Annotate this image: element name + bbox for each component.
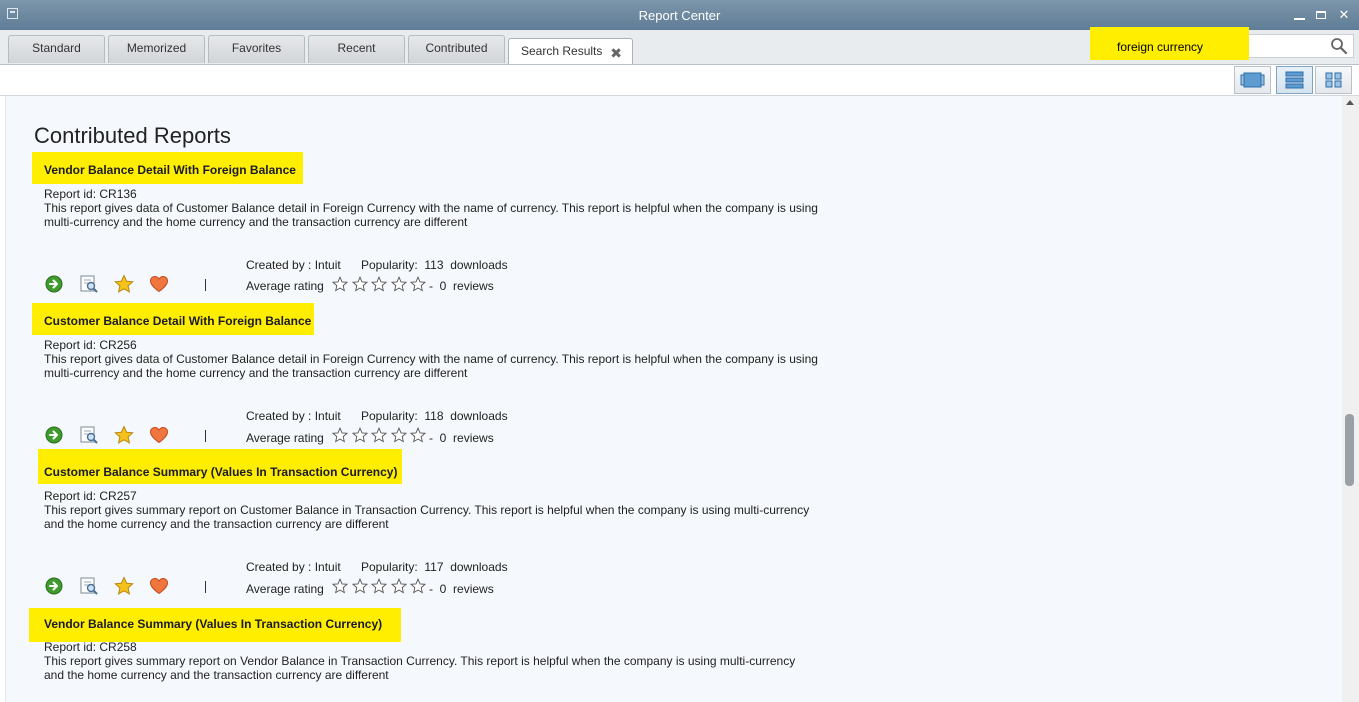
- rating-star-icon[interactable]: [390, 276, 407, 292]
- preview-report-icon[interactable]: [79, 425, 99, 445]
- maximize-button[interactable]: [1312, 5, 1332, 25]
- window-title: Report Center: [638, 8, 721, 23]
- grid-view-button[interactable]: [1315, 66, 1352, 94]
- report-id: Report id: CR136: [44, 187, 137, 201]
- report-name-link[interactable]: Customer Balance Summary (Values In Tran…: [44, 465, 397, 479]
- popularity: Popularity: 117 downloads: [361, 560, 508, 574]
- tab-recent[interactable]: Recent: [308, 35, 405, 63]
- review-count: - 0 reviews: [429, 431, 494, 445]
- run-report-icon[interactable]: [44, 274, 64, 294]
- favorite-star-icon[interactable]: [114, 274, 134, 294]
- tab-standard[interactable]: Standard: [8, 35, 105, 63]
- heart-icon[interactable]: [149, 425, 169, 445]
- report-description: This report gives summary report on Cust…: [44, 503, 810, 531]
- rating-star-icon[interactable]: [351, 578, 368, 594]
- run-report-icon[interactable]: [44, 576, 64, 596]
- rating-star-icon[interactable]: [390, 578, 407, 594]
- rating-star-icon[interactable]: [371, 578, 387, 594]
- section-title: Contributed Reports: [34, 123, 231, 148]
- tab-contributed[interactable]: Contributed: [408, 35, 505, 63]
- report-id: Report id: CR257: [44, 489, 137, 503]
- report-id: Report id: CR258: [44, 640, 137, 654]
- vertical-scrollbar[interactable]: [1342, 96, 1359, 702]
- separator: [205, 279, 206, 291]
- scroll-up-arrow-icon[interactable]: [1346, 100, 1354, 105]
- created-by: Created by : Intuit: [246, 258, 341, 272]
- average-rating-label: Average rating: [246, 431, 324, 445]
- preview-report-icon[interactable]: [79, 274, 99, 294]
- review-count: - 0 reviews: [429, 279, 494, 293]
- carousel-view-icon: [1240, 72, 1265, 88]
- rating-star-icon[interactable]: [410, 276, 426, 292]
- rating-star-icon[interactable]: [371, 427, 387, 443]
- popularity: Popularity: 118 downloads: [361, 409, 508, 423]
- close-tab-icon[interactable]: ✖: [610, 41, 622, 65]
- carousel-view-button[interactable]: [1234, 66, 1271, 94]
- report-description: This report gives data of Customer Balan…: [44, 352, 818, 380]
- tab-memorized[interactable]: Memorized: [108, 35, 205, 63]
- rating-star-icon[interactable]: [410, 578, 426, 594]
- rating-star-icon[interactable]: [371, 276, 387, 292]
- grid-view-icon: [1325, 72, 1342, 88]
- rating-star-icon[interactable]: [351, 427, 368, 443]
- rating-star-icon[interactable]: [332, 276, 348, 292]
- rating-star-icon[interactable]: [351, 276, 368, 292]
- tab-favorites[interactable]: Favorites: [208, 35, 305, 63]
- report-name-link[interactable]: Vendor Balance Summary (Values In Transa…: [44, 617, 382, 631]
- close-window-button[interactable]: ✕: [1334, 5, 1354, 25]
- tab-search-results[interactable]: Search Results ✖: [508, 38, 633, 64]
- average-rating-label: Average rating: [246, 582, 324, 596]
- search-icon[interactable]: [1330, 37, 1348, 55]
- report-description: This report gives data of Customer Balan…: [44, 201, 818, 229]
- separator: [205, 430, 206, 442]
- rating-star-icon[interactable]: [332, 427, 348, 443]
- created-by: Created by : Intuit: [246, 409, 341, 423]
- search-input[interactable]: foreign currency: [1117, 40, 1203, 54]
- scrollbar-thumb[interactable]: [1345, 414, 1354, 486]
- separator: [205, 581, 206, 593]
- report-description: This report gives summary report on Vend…: [44, 654, 796, 682]
- heart-icon[interactable]: [149, 576, 169, 596]
- run-report-icon[interactable]: [44, 425, 64, 445]
- view-toolbar: [0, 65, 1359, 96]
- report-name-link[interactable]: Customer Balance Detail With Foreign Bal…: [44, 314, 311, 328]
- favorite-star-icon[interactable]: [114, 425, 134, 445]
- minimize-button[interactable]: [1290, 5, 1310, 25]
- review-count: - 0 reviews: [429, 582, 494, 596]
- popularity: Popularity: 113 downloads: [361, 258, 508, 272]
- heart-icon[interactable]: [149, 274, 169, 294]
- average-rating-label: Average rating: [246, 279, 324, 293]
- preview-report-icon[interactable]: [79, 576, 99, 596]
- rating-star-icon[interactable]: [410, 427, 426, 443]
- list-view-button[interactable]: [1276, 66, 1313, 94]
- report-id: Report id: CR256: [44, 338, 137, 352]
- rating-star-icon[interactable]: [390, 427, 407, 443]
- created-by: Created by : Intuit: [246, 560, 341, 574]
- favorite-star-icon[interactable]: [114, 576, 134, 596]
- list-view-icon: [1285, 71, 1304, 89]
- report-name-link[interactable]: Vendor Balance Detail With Foreign Balan…: [44, 163, 296, 177]
- rating-star-icon[interactable]: [332, 578, 348, 594]
